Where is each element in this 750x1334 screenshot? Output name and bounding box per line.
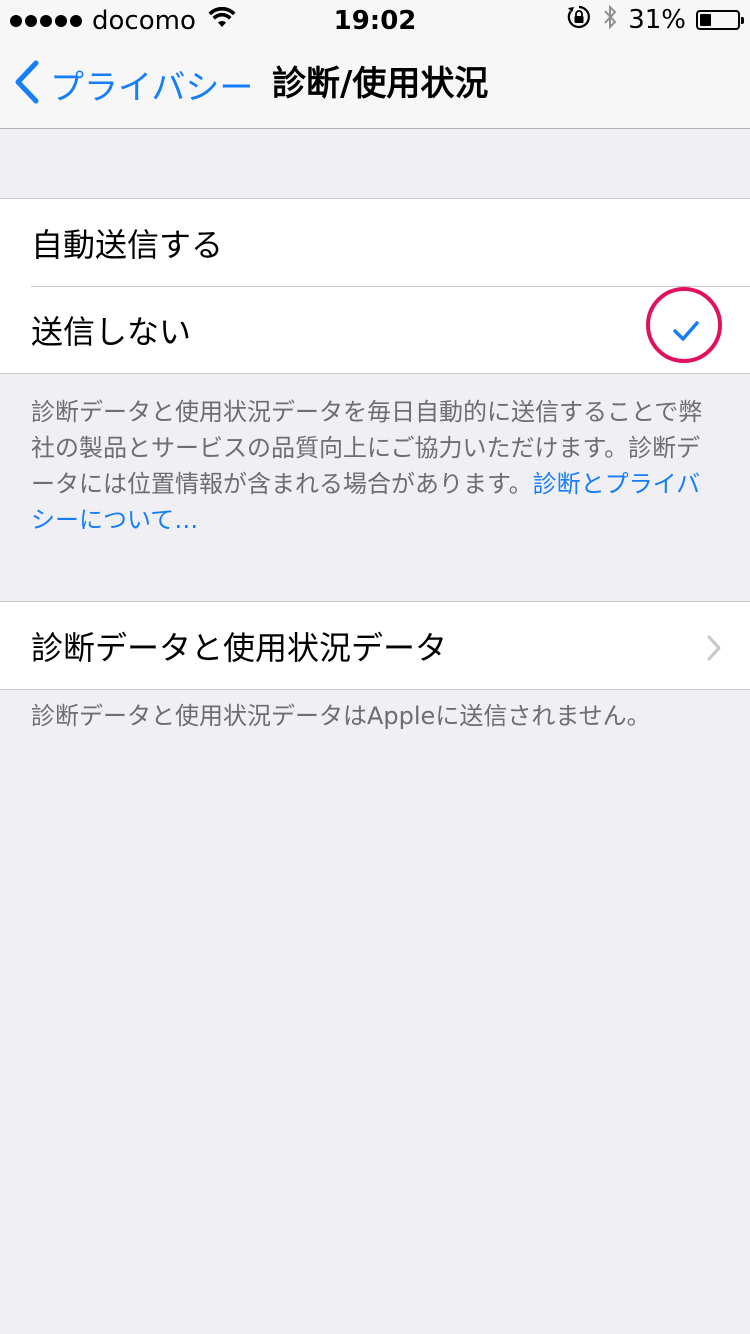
navigation-bar: プライバシー 診断/使用状況 <box>0 40 750 129</box>
send-options-group: 自動送信する 送信しない <box>0 198 750 374</box>
battery-level <box>700 14 711 26</box>
chevron-left-icon <box>14 60 40 108</box>
battery-icon <box>696 10 744 30</box>
diagnostics-data-footer: 診断データと使用状況データはAppleに送信されません。 <box>31 702 651 730</box>
bluetooth-icon <box>602 3 618 38</box>
send-options-description: 診断データと使用状況データを毎日自動的に送信することで弊社の製品とサービスの品質… <box>31 394 721 538</box>
checkmark-icon <box>672 312 700 350</box>
status-bar: docomo 19:02 31% <box>0 0 750 40</box>
rotation-lock-icon <box>566 4 592 37</box>
option-auto-send[interactable]: 自動送信する <box>0 199 750 286</box>
back-button-label: プライバシー <box>50 67 254 108</box>
status-right: 31% <box>566 3 744 38</box>
back-button[interactable]: プライバシー <box>14 60 253 108</box>
option-dont-send-label: 送信しない <box>31 312 192 351</box>
option-dont-send[interactable]: 送信しない <box>0 286 750 373</box>
checkmark-container <box>646 286 726 373</box>
option-auto-send-label: 自動送信する <box>31 225 224 264</box>
battery-percent: 31% <box>628 5 686 35</box>
diagnostics-data-group: 診断データと使用状況データ <box>0 601 750 690</box>
diagnostics-data-label: 診断データと使用状況データ <box>31 628 448 667</box>
page-title: 診断/使用状況 <box>272 64 489 104</box>
chevron-right-icon <box>706 632 722 670</box>
diagnostics-data-row[interactable]: 診断データと使用状況データ <box>0 602 750 689</box>
